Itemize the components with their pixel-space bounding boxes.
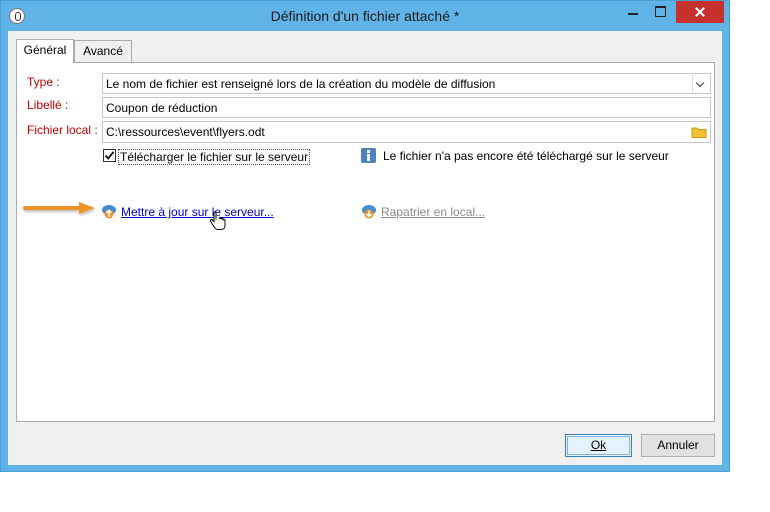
maximize-button[interactable]	[647, 1, 675, 23]
ok-button[interactable]: Ok	[565, 434, 632, 457]
dialog-body: Général Avancé Type : Le nom de fichier …	[8, 31, 722, 465]
type-label: Type :	[27, 75, 60, 89]
checkmark-icon	[104, 151, 115, 160]
type-select[interactable]: Le nom de fichier est renseigné lors de …	[102, 73, 711, 94]
ok-button-label: Ok	[590, 438, 607, 452]
tab-advanced[interactable]: Avancé	[74, 40, 132, 62]
info-icon	[361, 148, 376, 163]
libelle-input[interactable]: Coupon de réduction	[102, 97, 711, 118]
tab-general[interactable]: Général	[16, 39, 74, 63]
close-button[interactable]	[676, 1, 724, 23]
local-file-input-value: C:\ressources\event\flyers.odt	[106, 125, 265, 139]
local-file-label: Fichier local :	[27, 123, 98, 137]
upload-status-text: Le fichier n'a pas encore été téléchargé…	[383, 149, 669, 163]
folder-icon	[691, 127, 707, 138]
title-bar[interactable]: Définition d'un fichier attaché *	[1, 1, 729, 31]
general-panel: Type : Le nom de fichier est renseigné l…	[16, 62, 715, 422]
upload-checkbox-label[interactable]: Télécharger le fichier sur le serveur	[118, 149, 311, 165]
upload-checkbox[interactable]	[103, 149, 116, 162]
dialog-window: Définition d'un fichier attaché * Généra…	[0, 0, 730, 472]
browse-folder-button[interactable]	[690, 124, 708, 140]
cloud-download-icon	[362, 205, 376, 219]
local-file-input[interactable]: C:\ressources\event\flyers.odt	[102, 121, 711, 143]
orange-arrow-icon	[23, 202, 95, 214]
libelle-label: Libellé :	[27, 98, 69, 112]
type-select-value: Le nom de fichier est renseigné lors de …	[106, 77, 496, 91]
cancel-button[interactable]: Annuler	[641, 434, 715, 457]
chevron-down-icon[interactable]	[692, 75, 709, 93]
cloud-upload-icon	[102, 205, 116, 219]
hand-cursor-icon	[209, 211, 226, 230]
repatriate-local-link: Rapatrier en local...	[381, 205, 486, 219]
libelle-input-value: Coupon de réduction	[106, 101, 218, 115]
update-on-server-link[interactable]: Mettre à jour sur le serveur...	[121, 205, 274, 219]
minimize-button[interactable]	[619, 1, 647, 23]
